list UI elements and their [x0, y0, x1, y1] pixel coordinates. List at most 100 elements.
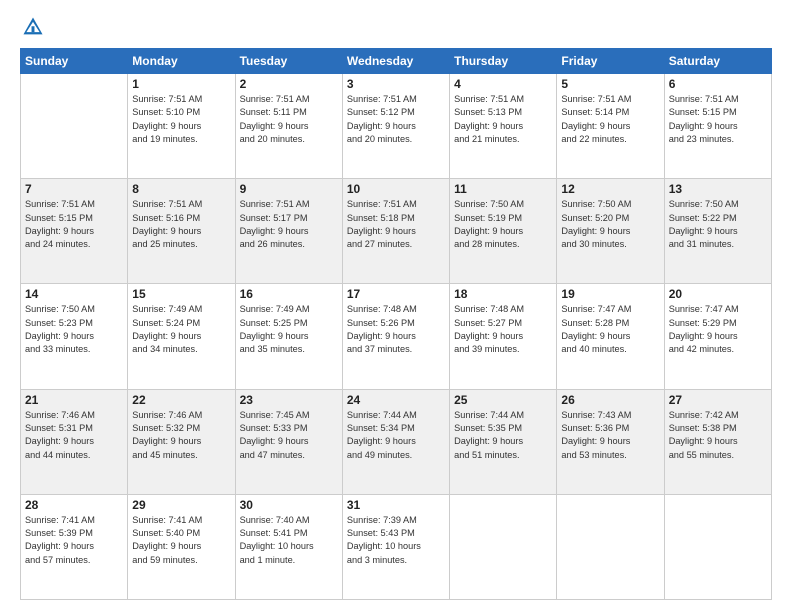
day-number: 21 [25, 393, 123, 407]
day-number: 15 [132, 287, 230, 301]
day-info: Sunrise: 7:51 AMSunset: 5:18 PMDaylight:… [347, 198, 445, 251]
calendar-cell: 28 Sunrise: 7:41 AMSunset: 5:39 PMDayligh… [21, 494, 128, 599]
day-number: 28 [25, 498, 123, 512]
calendar-week-row: 1Sunrise: 7:51 AMSunset: 5:10 PMDaylight… [21, 74, 772, 179]
day-number: 18 [454, 287, 552, 301]
day-info: Sunrise: 7:47 AMSunset: 5:28 PMDaylight:… [561, 303, 659, 356]
logo [20, 16, 44, 38]
day-number: 29 [132, 498, 230, 512]
weekday-header-thursday: Thursday [450, 49, 557, 74]
day-number: 6 [669, 77, 767, 91]
calendar-cell: 29 Sunrise: 7:41 AMSunset: 5:40 PMDayligh… [128, 494, 235, 599]
calendar-cell: 3 Sunrise: 7:51 AMSunset: 5:12 PMDaylight… [342, 74, 449, 179]
day-number: 25 [454, 393, 552, 407]
day-number: 24 [347, 393, 445, 407]
day-info: Sunrise: 7:47 AMSunset: 5:29 PMDaylight:… [669, 303, 767, 356]
calendar-cell: 1Sunrise: 7:51 AMSunset: 5:10 PMDaylight… [128, 74, 235, 179]
day-number: 4 [454, 77, 552, 91]
day-number: 8 [132, 182, 230, 196]
calendar-cell: 20 Sunrise: 7:47 AMSunset: 5:29 PMDayligh… [664, 284, 771, 389]
day-info: Sunrise: 7:44 AMSunset: 5:35 PMDaylight:… [454, 409, 552, 462]
calendar-cell: 4 Sunrise: 7:51 AMSunset: 5:13 PMDaylight… [450, 74, 557, 179]
calendar-cell: 23 Sunrise: 7:45 AMSunset: 5:33 PMDayligh… [235, 389, 342, 494]
day-info: Sunrise: 7:50 AMSunset: 5:20 PMDaylight:… [561, 198, 659, 251]
weekday-header-saturday: Saturday [664, 49, 771, 74]
day-number: 5 [561, 77, 659, 91]
weekday-header-tuesday: Tuesday [235, 49, 342, 74]
day-info: Sunrise: 7:48 AMSunset: 5:27 PMDaylight:… [454, 303, 552, 356]
day-info: Sunrise: 7:51 AMSunset: 5:10 PMDaylight:… [132, 93, 230, 146]
day-info: Sunrise: 7:45 AMSunset: 5:33 PMDaylight:… [240, 409, 338, 462]
calendar-week-row: 28 Sunrise: 7:41 AMSunset: 5:39 PMDayligh… [21, 494, 772, 599]
day-number: 27 [669, 393, 767, 407]
day-info: Sunrise: 7:42 AMSunset: 5:38 PMDaylight:… [669, 409, 767, 462]
calendar-cell: 22 Sunrise: 7:46 AMSunset: 5:32 PMDayligh… [128, 389, 235, 494]
day-number: 22 [132, 393, 230, 407]
day-number: 3 [347, 77, 445, 91]
day-info: Sunrise: 7:46 AMSunset: 5:31 PMDaylight:… [25, 409, 123, 462]
page: SundayMondayTuesdayWednesdayThursdayFrid… [0, 0, 792, 612]
weekday-header-wednesday: Wednesday [342, 49, 449, 74]
calendar-cell: 5 Sunrise: 7:51 AMSunset: 5:14 PMDaylight… [557, 74, 664, 179]
day-info: Sunrise: 7:46 AMSunset: 5:32 PMDaylight:… [132, 409, 230, 462]
day-number: 7 [25, 182, 123, 196]
calendar-cell [664, 494, 771, 599]
day-info: Sunrise: 7:50 AMSunset: 5:22 PMDaylight:… [669, 198, 767, 251]
day-info: Sunrise: 7:50 AMSunset: 5:19 PMDaylight:… [454, 198, 552, 251]
day-number: 20 [669, 287, 767, 301]
calendar-cell: 10 Sunrise: 7:51 AMSunset: 5:18 PMDayligh… [342, 179, 449, 284]
calendar-cell: 21 Sunrise: 7:46 AMSunset: 5:31 PMDayligh… [21, 389, 128, 494]
calendar-cell: 18 Sunrise: 7:48 AMSunset: 5:27 PMDayligh… [450, 284, 557, 389]
day-info: Sunrise: 7:48 AMSunset: 5:26 PMDaylight:… [347, 303, 445, 356]
day-info: Sunrise: 7:41 AMSunset: 5:39 PMDaylight:… [25, 514, 123, 567]
calendar-week-row: 7 Sunrise: 7:51 AMSunset: 5:15 PMDaylight… [21, 179, 772, 284]
day-number: 17 [347, 287, 445, 301]
day-number: 30 [240, 498, 338, 512]
day-info: Sunrise: 7:51 AMSunset: 5:15 PMDaylight:… [669, 93, 767, 146]
calendar-week-row: 21 Sunrise: 7:46 AMSunset: 5:31 PMDayligh… [21, 389, 772, 494]
day-info: Sunrise: 7:51 AMSunset: 5:12 PMDaylight:… [347, 93, 445, 146]
day-number: 26 [561, 393, 659, 407]
calendar-cell: 15 Sunrise: 7:49 AMSunset: 5:24 PMDayligh… [128, 284, 235, 389]
day-info: Sunrise: 7:51 AMSunset: 5:14 PMDaylight:… [561, 93, 659, 146]
day-info: Sunrise: 7:51 AMSunset: 5:16 PMDaylight:… [132, 198, 230, 251]
calendar-cell: 14 Sunrise: 7:50 AMSunset: 5:23 PMDayligh… [21, 284, 128, 389]
calendar-cell: 19 Sunrise: 7:47 AMSunset: 5:28 PMDayligh… [557, 284, 664, 389]
weekday-header-row: SundayMondayTuesdayWednesdayThursdayFrid… [21, 49, 772, 74]
day-info: Sunrise: 7:44 AMSunset: 5:34 PMDaylight:… [347, 409, 445, 462]
day-info: Sunrise: 7:41 AMSunset: 5:40 PMDaylight:… [132, 514, 230, 567]
calendar-cell [557, 494, 664, 599]
calendar-week-row: 14 Sunrise: 7:50 AMSunset: 5:23 PMDayligh… [21, 284, 772, 389]
day-number: 10 [347, 182, 445, 196]
calendar-cell: 8 Sunrise: 7:51 AMSunset: 5:16 PMDaylight… [128, 179, 235, 284]
day-number: 23 [240, 393, 338, 407]
day-number: 16 [240, 287, 338, 301]
day-info: Sunrise: 7:51 AMSunset: 5:13 PMDaylight:… [454, 93, 552, 146]
day-number: 13 [669, 182, 767, 196]
day-number: 19 [561, 287, 659, 301]
day-info: Sunrise: 7:51 AMSunset: 5:15 PMDaylight:… [25, 198, 123, 251]
calendar-cell: 24 Sunrise: 7:44 AMSunset: 5:34 PMDayligh… [342, 389, 449, 494]
weekday-header-sunday: Sunday [21, 49, 128, 74]
calendar-cell: 11Sunrise: 7:50 AMSunset: 5:19 PMDayligh… [450, 179, 557, 284]
calendar-cell: 17 Sunrise: 7:48 AMSunset: 5:26 PMDayligh… [342, 284, 449, 389]
calendar-cell: 30Sunrise: 7:40 AMSunset: 5:41 PMDayligh… [235, 494, 342, 599]
calendar-cell: 13 Sunrise: 7:50 AMSunset: 5:22 PMDayligh… [664, 179, 771, 284]
calendar-cell [21, 74, 128, 179]
weekday-header-monday: Monday [128, 49, 235, 74]
calendar-cell: 31 Sunrise: 7:39 AMSunset: 5:43 PMDayligh… [342, 494, 449, 599]
weekday-header-friday: Friday [557, 49, 664, 74]
day-info: Sunrise: 7:50 AMSunset: 5:23 PMDaylight:… [25, 303, 123, 356]
calendar-cell: 2Sunrise: 7:51 AMSunset: 5:11 PMDaylight… [235, 74, 342, 179]
logo-icon [22, 16, 44, 38]
day-info: Sunrise: 7:49 AMSunset: 5:24 PMDaylight:… [132, 303, 230, 356]
calendar-cell: 25 Sunrise: 7:44 AMSunset: 5:35 PMDayligh… [450, 389, 557, 494]
calendar-cell: 12Sunrise: 7:50 AMSunset: 5:20 PMDayligh… [557, 179, 664, 284]
calendar-cell: 7 Sunrise: 7:51 AMSunset: 5:15 PMDaylight… [21, 179, 128, 284]
calendar-cell: 27 Sunrise: 7:42 AMSunset: 5:38 PMDayligh… [664, 389, 771, 494]
day-info: Sunrise: 7:39 AMSunset: 5:43 PMDaylight:… [347, 514, 445, 567]
day-info: Sunrise: 7:49 AMSunset: 5:25 PMDaylight:… [240, 303, 338, 356]
day-number: 31 [347, 498, 445, 512]
day-number: 14 [25, 287, 123, 301]
day-info: Sunrise: 7:51 AMSunset: 5:11 PMDaylight:… [240, 93, 338, 146]
